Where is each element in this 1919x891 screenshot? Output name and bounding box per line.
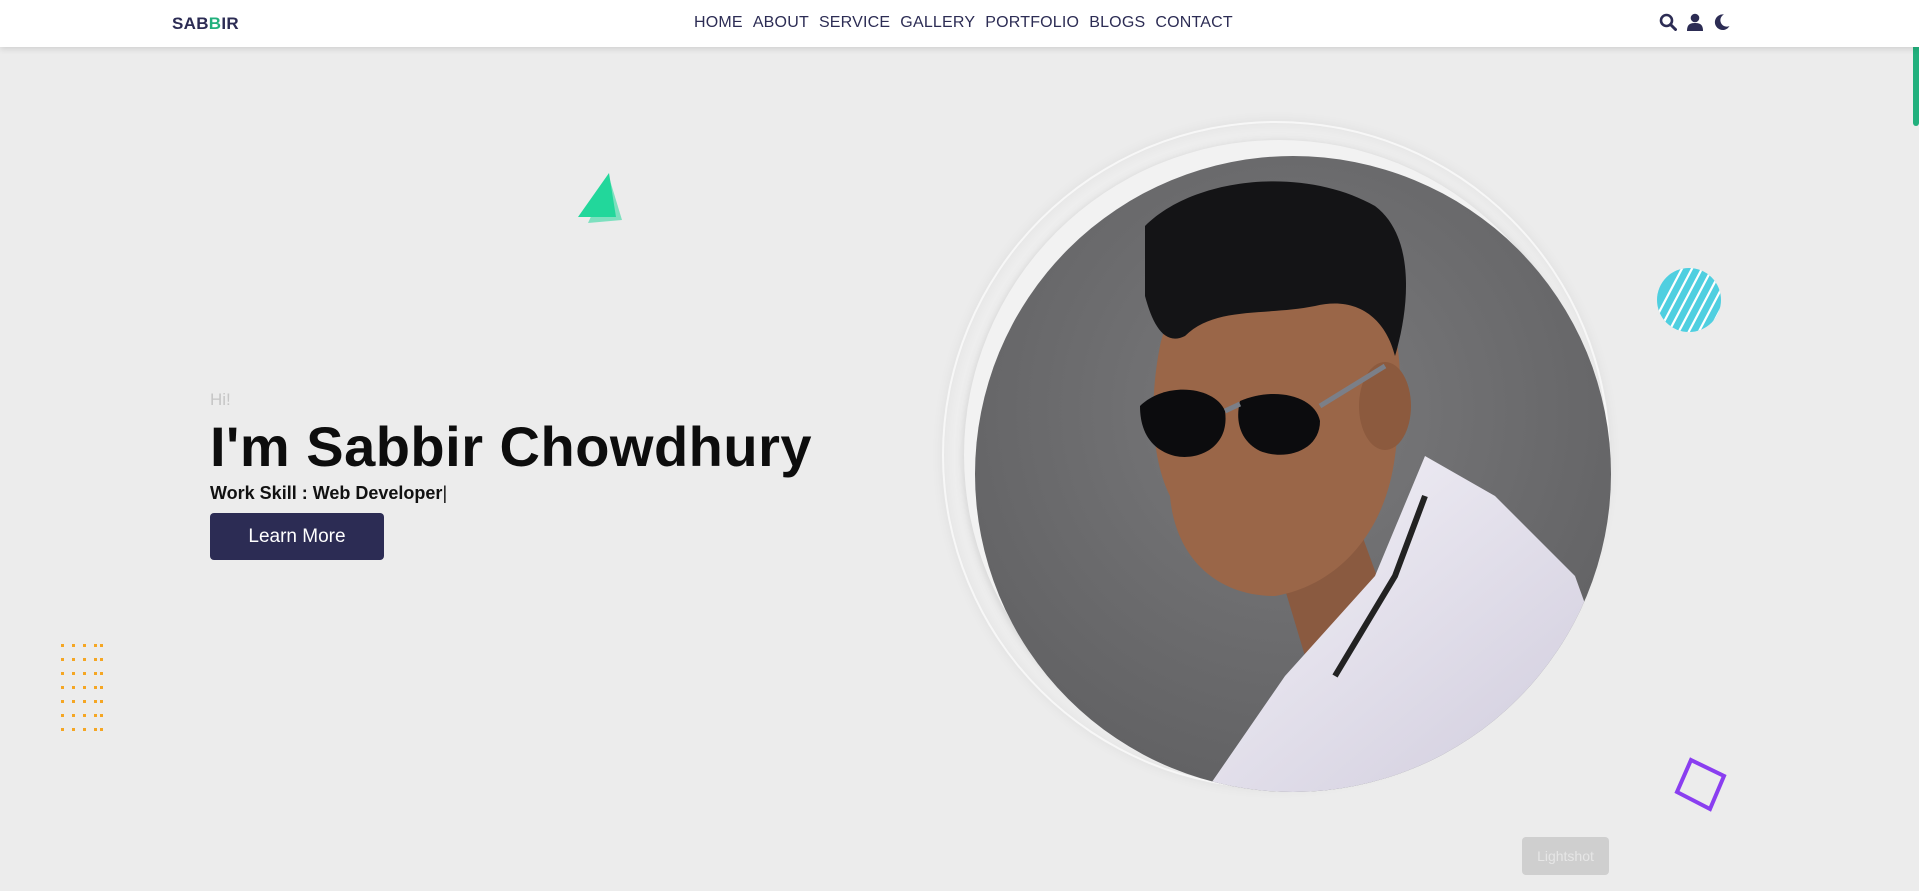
brand-logo[interactable]: SABBIR [172, 14, 239, 34]
cyan-striped-circle [1657, 268, 1721, 332]
nav-blogs[interactable]: BLOGS [1089, 14, 1145, 32]
nav-home[interactable]: HOME [694, 14, 743, 32]
skill-label: Work Skill : [210, 483, 308, 503]
search-icon[interactable] [1659, 12, 1677, 32]
hero-headline: I'm Sabbir Chowdhury [210, 415, 813, 478]
learn-more-button[interactable]: Learn More [210, 513, 384, 560]
scrollbar-track[interactable] [1913, 0, 1919, 891]
nav-service[interactable]: SERVICE [819, 14, 890, 32]
hero-text-block: Hi! I'm Sabbir Chowdhury Work Skill : We… [210, 390, 812, 504]
orange-dot-grid [61, 644, 103, 731]
brand-logo-highlight: B [208, 14, 222, 33]
user-icon[interactable] [1686, 12, 1704, 32]
hero-skill-line: Work Skill : Web Developer| [210, 483, 812, 504]
profile-photo [975, 156, 1611, 792]
lightshot-button[interactable]: Lightshot [1522, 837, 1609, 875]
moon-icon[interactable] [1713, 12, 1731, 32]
typing-cursor: | [442, 483, 448, 503]
brand-logo-suffix: IR [221, 14, 239, 33]
nav-about[interactable]: ABOUT [753, 14, 809, 32]
nav-portfolio[interactable]: PORTFOLIO [985, 14, 1079, 32]
hero-greeting: Hi! [210, 390, 231, 409]
green-triangle-shape [578, 173, 622, 223]
top-navbar: SABBIR HOME ABOUT SERVICE GALLERY PORTFO… [0, 0, 1919, 47]
nav-icon-group [1659, 12, 1731, 32]
purple-diamond-shape [1674, 757, 1727, 812]
skill-value: Web Developer [312, 483, 443, 503]
main-nav: HOME ABOUT SERVICE GALLERY PORTFOLIO BLO… [694, 14, 1233, 32]
brand-logo-prefix: SAB [172, 14, 209, 33]
nav-gallery[interactable]: GALLERY [900, 14, 975, 32]
nav-contact[interactable]: CONTACT [1155, 14, 1233, 32]
